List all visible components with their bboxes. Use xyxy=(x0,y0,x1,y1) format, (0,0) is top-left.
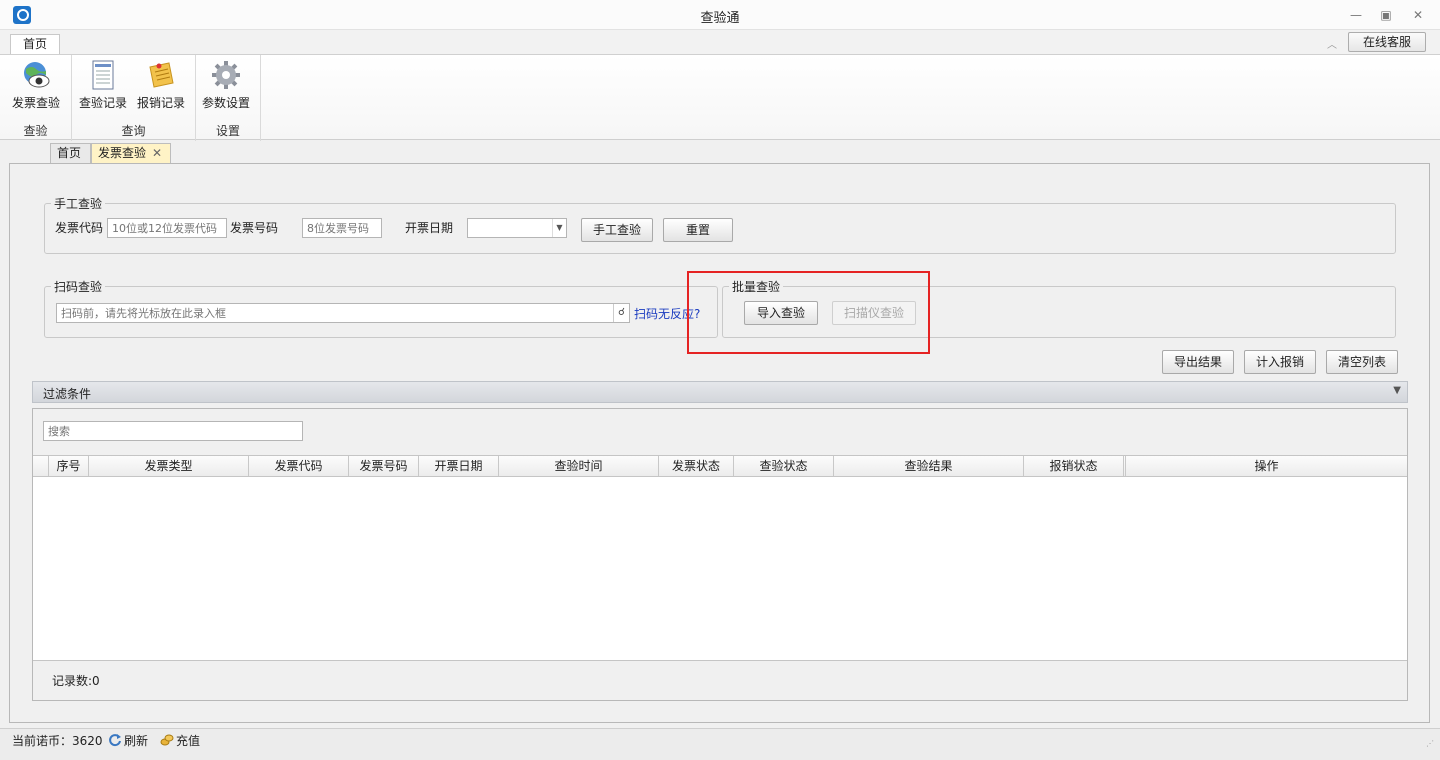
ribbon-group-label-settings: 设置 xyxy=(215,124,240,138)
invoice-code-label: 发票代码 xyxy=(55,221,104,235)
grid-header: 序号 发票类型 发票代码 发票号码 开票日期 查验时间 发票状态 查验状态 查验… xyxy=(33,456,1407,477)
clear-list-button[interactable]: 清空列表 xyxy=(1326,350,1398,374)
grid-search-input[interactable] xyxy=(43,421,303,441)
recharge-button[interactable]: 充值 xyxy=(160,733,200,749)
dropdown-arrow-icon[interactable]: ▼ xyxy=(552,219,566,237)
column-header[interactable]: 序号 xyxy=(49,456,89,476)
reset-button[interactable]: 重置 xyxy=(663,218,733,242)
param-settings-label: 参数设置 xyxy=(202,96,251,110)
column-header[interactable]: 报销状态 xyxy=(1024,456,1126,476)
refresh-button[interactable]: 刷新 xyxy=(108,733,148,749)
ribbon-group-label-check: 查验 xyxy=(23,124,48,138)
invoice-check-ribbon-button[interactable]: 发票查验 xyxy=(12,59,60,111)
column-header[interactable]: 操作 xyxy=(1126,456,1407,476)
window-title: 查验通 xyxy=(700,11,740,26)
ribbon-group-check: 发票查验 查验 xyxy=(0,55,72,141)
ribbon-tab-home[interactable]: 首页 xyxy=(10,34,60,55)
highlight-box xyxy=(687,271,930,354)
record-count: 记录数:0 xyxy=(52,674,100,688)
recharge-label: 充值 xyxy=(176,734,201,748)
column-header[interactable]: 发票代码 xyxy=(249,456,349,476)
row-indicator-header xyxy=(33,456,49,476)
sticky-note-icon xyxy=(149,62,174,88)
column-header[interactable]: 查验结果 xyxy=(834,456,1024,476)
status-bar: 当前诺币：3620 刷新 充值 ⋰ xyxy=(0,728,1440,760)
close-window-icon[interactable]: ✕ xyxy=(1410,7,1426,23)
document-tab-bar: 首页 发票查验 ✕ xyxy=(10,143,1430,165)
column-header[interactable]: 发票类型 xyxy=(89,456,249,476)
minimize-icon[interactable]: — xyxy=(1348,7,1364,23)
coin-balance: 当前诺币：3620 xyxy=(12,734,103,748)
doc-tab-invoice-check[interactable]: 发票查验 ✕ xyxy=(91,143,171,164)
check-records-label: 查验记录 xyxy=(79,96,128,110)
coins-icon xyxy=(160,734,174,746)
param-settings-ribbon-button[interactable]: 参数设置 xyxy=(202,59,250,111)
resize-grip-icon[interactable]: ⋰ xyxy=(1426,739,1434,748)
refresh-label: 刷新 xyxy=(124,734,149,748)
column-header[interactable]: 查验状态 xyxy=(734,456,834,476)
restore-icon[interactable]: ▣ xyxy=(1378,7,1394,23)
ribbon-group-label-query: 查询 xyxy=(121,124,146,138)
export-results-button[interactable]: 导出结果 xyxy=(1162,350,1234,374)
column-header[interactable]: 发票号码 xyxy=(349,456,419,476)
ribbon-tab-bar: 首页 ︿ 在线客服 xyxy=(0,30,1440,55)
manual-check-button[interactable]: 手工查验 xyxy=(581,218,653,242)
doc-tab-invoice-check-label: 发票查验 xyxy=(98,146,147,160)
doc-tab-home[interactable]: 首页 xyxy=(50,143,91,164)
document-list-icon xyxy=(92,60,114,90)
ribbon-group-settings: 参数设置 设置 xyxy=(196,55,261,141)
reimburse-records-ribbon-button[interactable]: 报销记录 xyxy=(137,59,185,111)
column-header[interactable]: 开票日期 xyxy=(419,456,499,476)
column-header[interactable]: 发票状态 xyxy=(659,456,734,476)
close-tab-icon[interactable]: ✕ xyxy=(152,146,162,160)
results-grid: 序号 发票类型 发票代码 发票号码 开票日期 查验时间 发票状态 查验状态 查验… xyxy=(33,455,1407,661)
manual-check-legend: 手工查验 xyxy=(54,197,103,211)
reimburse-records-label: 报销记录 xyxy=(137,96,186,110)
invoice-check-label: 发票查验 xyxy=(12,96,61,110)
globe-eye-icon xyxy=(24,62,50,88)
results-panel: 序号 发票类型 发票代码 发票号码 开票日期 查验时间 发票状态 查验状态 查验… xyxy=(32,408,1408,701)
refresh-icon xyxy=(109,734,121,747)
issue-date-picker[interactable]: ▼ xyxy=(467,218,567,238)
collapse-ribbon-icon[interactable]: ︿ xyxy=(1326,36,1338,51)
gear-icon xyxy=(212,61,240,89)
ribbon: 发票查验 查验 查验记录 报销记录 查询 参数设置 设置 xyxy=(0,54,1440,141)
add-reimburse-button[interactable]: 计入报销 xyxy=(1244,350,1316,374)
scan-input[interactable] xyxy=(56,303,630,323)
scan-check-legend: 扫码查验 xyxy=(54,280,103,294)
title-bar: 查验通 — ▣ ✕ xyxy=(0,0,1440,30)
ribbon-group-query: 查验记录 报销记录 查询 xyxy=(72,55,196,141)
invoice-number-label: 发票号码 xyxy=(230,221,279,235)
filter-title: 过滤条件 xyxy=(43,387,92,401)
issue-date-label: 开票日期 xyxy=(405,221,454,235)
search-icon[interactable]: ☌ xyxy=(613,304,629,322)
filter-conditions-bar[interactable]: 过滤条件 ▼ xyxy=(32,381,1408,403)
chevron-down-icon[interactable]: ▼ xyxy=(1393,385,1401,396)
check-records-ribbon-button[interactable]: 查验记录 xyxy=(79,59,127,111)
column-header[interactable]: 查验时间 xyxy=(499,456,659,476)
invoice-number-input[interactable] xyxy=(302,218,382,238)
invoice-code-input[interactable] xyxy=(107,218,227,238)
online-service-button[interactable]: 在线客服 xyxy=(1348,32,1426,52)
